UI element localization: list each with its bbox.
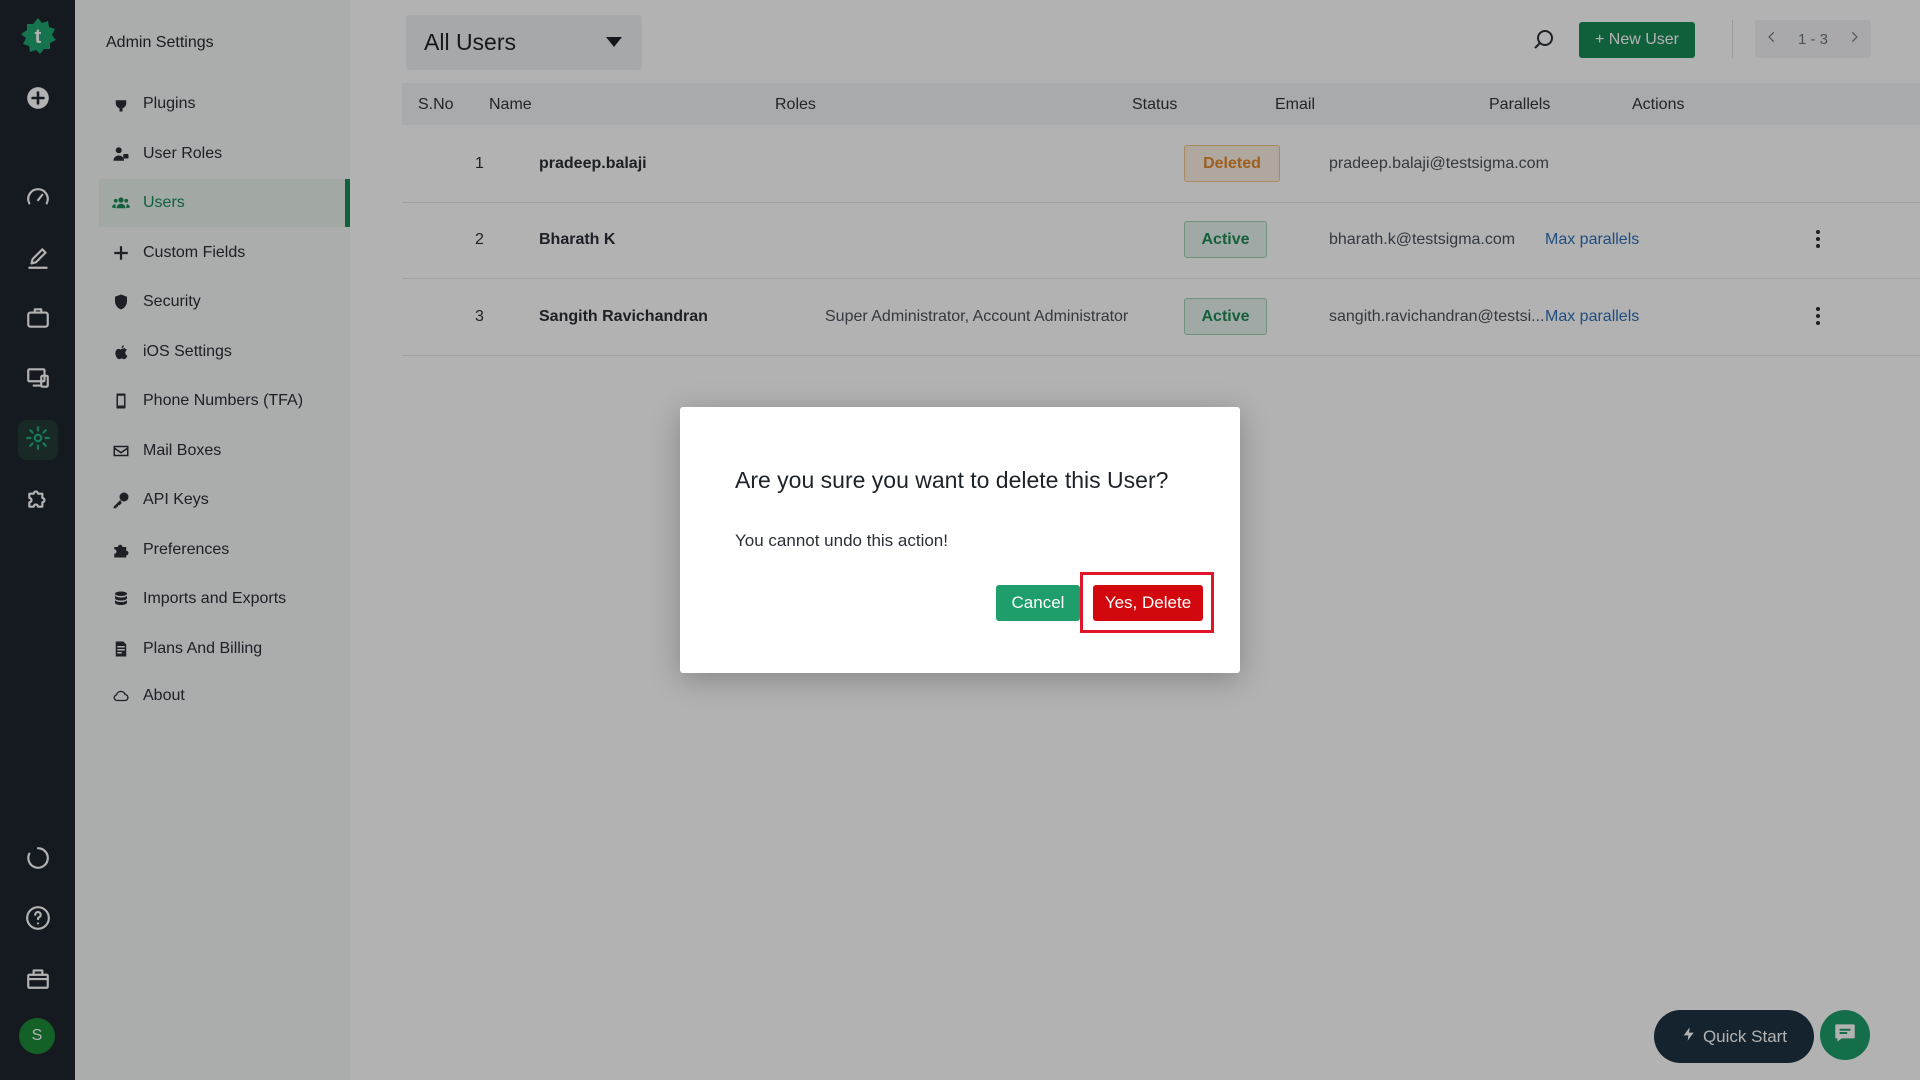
cancel-button[interactable]: Cancel: [996, 585, 1080, 621]
delete-button-highlight: Yes, Delete: [1080, 572, 1214, 633]
confirm-delete-button[interactable]: Yes, Delete: [1093, 585, 1203, 621]
dialog-title: Are you sure you want to delete this Use…: [735, 467, 1169, 493]
delete-user-dialog: Are you sure you want to delete this Use…: [680, 407, 1240, 673]
dialog-message: You cannot undo this action!: [735, 531, 948, 550]
